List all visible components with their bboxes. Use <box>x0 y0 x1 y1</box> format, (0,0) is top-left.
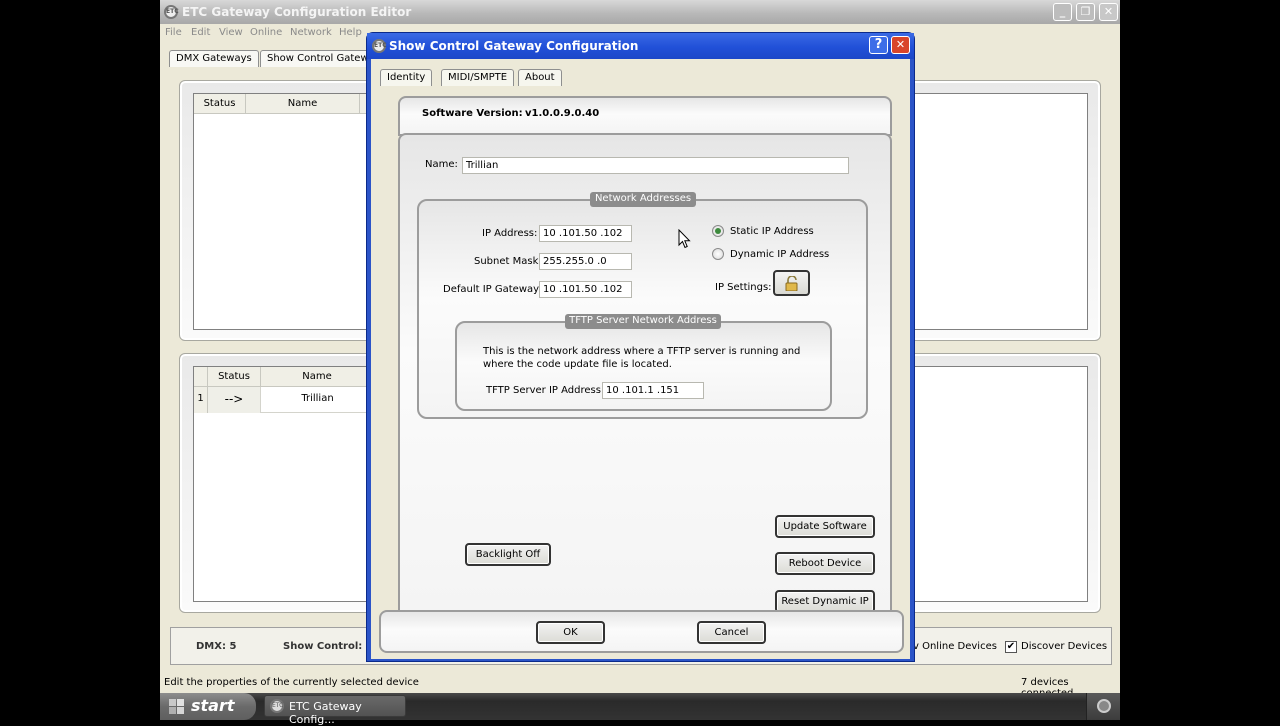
ok-button[interactable]: OK <box>536 621 605 644</box>
row-name: Trillian <box>301 393 334 404</box>
taskbar-item-gateway-editor[interactable]: ETC ETC Gateway Config... <box>264 695 406 726</box>
software-version-label: Software Version: <box>422 108 523 119</box>
discover-devices-checkbox[interactable]: ✔ <box>1005 641 1017 653</box>
discover-devices-label: Discover Devices <box>1021 641 1108 652</box>
ip-address-field[interactable]: 10 .101.50 .102 <box>539 225 632 242</box>
windows-logo-icon <box>169 699 184 714</box>
close-icon[interactable]: ✕ <box>1099 3 1118 21</box>
help-icon[interactable]: ? <box>869 36 888 54</box>
tab-identity[interactable]: Identity <box>380 69 433 86</box>
app-icon: ETC <box>372 39 387 53</box>
network-addresses-group: IP Address: 10 .101.50 .102 Subnet Mask:… <box>417 199 868 419</box>
default-gateway-field[interactable]: 10 .101.50 .102 <box>539 281 632 298</box>
tftp-ip-field[interactable]: 10 .101.1 .151 <box>602 382 704 399</box>
menu-edit[interactable]: Edit <box>191 27 210 38</box>
subnet-mask-field[interactable]: 255.255.0 .0 <box>539 253 632 270</box>
static-ip-label: Static IP Address <box>730 226 814 237</box>
main-titlebar[interactable]: ETC ETC Gateway Configuration Editor _ ❐… <box>160 0 1120 24</box>
name-label: Name: <box>425 159 458 170</box>
version-header: Software Version: v1.0.0.9.0.40 <box>398 96 892 136</box>
show-control-dialog: ETC Show Control Gateway Configuration ?… <box>366 32 915 662</box>
start-label: start <box>191 696 235 715</box>
column-header-name[interactable]: Name <box>261 367 374 387</box>
cancel-button[interactable]: Cancel <box>697 621 766 644</box>
dialog-title: Show Control Gateway Configuration <box>389 39 639 53</box>
mouse-cursor-icon <box>678 228 691 249</box>
software-version-value: v1.0.0.9.0.40 <box>525 108 600 119</box>
dmx-count: DMX: 5 <box>196 641 237 652</box>
dialog-button-bar: OK Cancel <box>379 610 904 653</box>
status-bar: Edit the properties of the currently sel… <box>160 675 1120 693</box>
app-icon: ETC <box>164 5 179 19</box>
tftp-description: This is the network address where a TFTP… <box>483 346 801 370</box>
ip-settings-button[interactable] <box>773 270 810 296</box>
start-button[interactable]: start <box>160 693 256 720</box>
tray-icon[interactable] <box>1097 699 1111 713</box>
row-status: --> <box>208 387 261 413</box>
taskbar-item-label: ETC Gateway Config... <box>289 700 362 726</box>
menu-network[interactable]: Network <box>290 27 332 38</box>
dialog-body: Identity MIDI/SMPTE About Software Versi… <box>371 59 910 659</box>
menu-online[interactable]: Online <box>250 27 282 38</box>
column-header-name[interactable]: Name <box>246 94 360 114</box>
minimize-icon[interactable]: _ <box>1053 3 1072 21</box>
ip-settings-label: IP Settings: <box>715 282 772 293</box>
identity-panel: Name: Trillian IP Address: 10 .101.50 .1… <box>398 133 892 617</box>
column-header-status[interactable]: Status <box>208 367 261 387</box>
restore-icon[interactable]: ❐ <box>1076 3 1095 21</box>
reboot-device-button[interactable]: Reboot Device <box>775 552 875 575</box>
online-devices-label: v Online Devices <box>913 641 997 652</box>
row-index: 1 <box>194 387 208 413</box>
lock-icon <box>784 275 800 292</box>
tab-about[interactable]: About <box>518 69 562 86</box>
tab-midi-smpte[interactable]: MIDI/SMPTE <box>441 69 515 86</box>
network-addresses-title: Network Addresses <box>590 192 696 207</box>
tftp-ip-label: TFTP Server IP Address: <box>486 385 605 396</box>
update-software-button[interactable]: Update Software <box>775 515 875 538</box>
tftp-group-title: TFTP Server Network Address <box>565 314 721 329</box>
devices-connected-status: 7 devices connected <box>1021 677 1073 693</box>
close-icon[interactable]: ✕ <box>891 36 910 54</box>
show-control-count: Show Control: 1 <box>283 641 373 652</box>
menu-file[interactable]: File <box>165 27 182 38</box>
subnet-mask-label: Subnet Mask: <box>474 256 542 267</box>
static-ip-radio[interactable] <box>712 225 724 237</box>
tab-show-control-gateways[interactable]: Show Control Gatew <box>260 50 370 67</box>
main-window-title: ETC Gateway Configuration Editor <box>182 5 412 19</box>
column-header-status[interactable]: Status <box>194 94 246 114</box>
menu-help[interactable]: Help <box>339 27 362 38</box>
app-icon: ETC <box>270 699 284 713</box>
backlight-off-button[interactable]: Backlight Off <box>465 543 551 566</box>
status-message: Edit the properties of the currently sel… <box>164 677 419 688</box>
system-tray[interactable] <box>1086 693 1120 720</box>
name-field[interactable]: Trillian <box>462 157 849 174</box>
taskbar: start ETC ETC Gateway Config... <box>160 693 1120 726</box>
dynamic-ip-radio[interactable] <box>712 248 724 260</box>
row-header-corner <box>194 367 208 387</box>
dialog-titlebar[interactable]: ETC Show Control Gateway Configuration ?… <box>367 33 914 59</box>
default-gateway-label: Default IP Gateway: <box>443 284 542 295</box>
table-row[interactable]: 1 --> Trillian <box>194 387 394 413</box>
menu-view[interactable]: View <box>219 27 243 38</box>
dynamic-ip-label: Dynamic IP Address <box>730 249 830 260</box>
tab-dmx-gateways[interactable]: DMX Gateways <box>169 50 259 67</box>
tftp-group: This is the network address where a TFTP… <box>455 321 832 411</box>
ip-address-label: IP Address: <box>482 228 538 239</box>
